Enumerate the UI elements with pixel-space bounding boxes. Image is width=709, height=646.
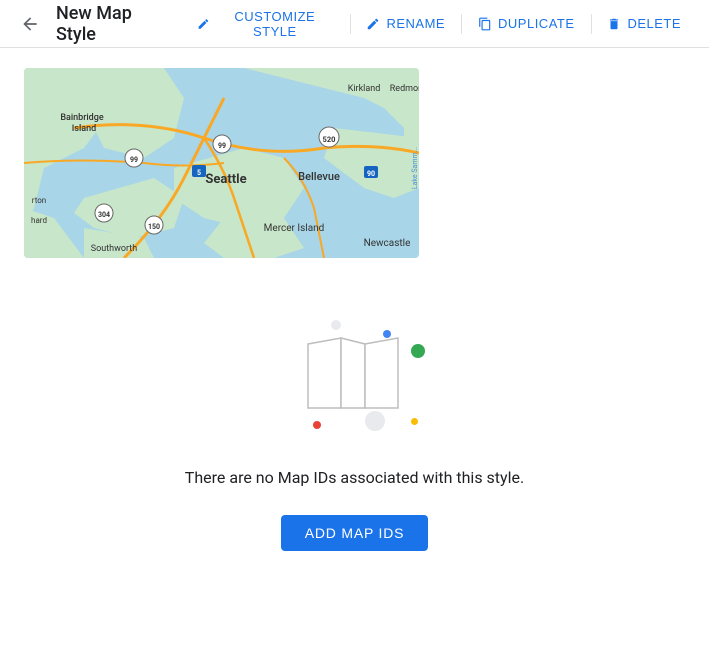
rename-label: RENAME xyxy=(386,16,445,31)
rename-button[interactable]: RENAME xyxy=(354,10,457,37)
svg-text:5: 5 xyxy=(197,169,201,177)
separator-2 xyxy=(461,14,462,34)
svg-text:Mercer Island: Mercer Island xyxy=(264,223,325,234)
svg-text:Seattle: Seattle xyxy=(205,172,246,187)
svg-text:Bainbridge: Bainbridge xyxy=(60,113,104,123)
svg-text:520: 520 xyxy=(323,135,336,144)
duplicate-icon xyxy=(478,17,492,31)
svg-text:99: 99 xyxy=(130,156,138,164)
svg-text:Kirkland: Kirkland xyxy=(348,84,381,94)
svg-text:90: 90 xyxy=(367,170,375,178)
empty-message: There are no Map IDs associated with thi… xyxy=(185,468,524,487)
delete-label: DELETE xyxy=(627,16,681,31)
page-title: New Map Style xyxy=(56,3,173,45)
svg-text:Bellevue: Bellevue xyxy=(298,170,340,183)
dot-gray-small xyxy=(331,320,341,330)
pencil-icon xyxy=(197,17,210,31)
dot-red xyxy=(313,421,321,429)
dot-yellow xyxy=(411,418,418,425)
dot-green xyxy=(411,344,425,358)
svg-text:99: 99 xyxy=(218,142,226,150)
svg-text:Newcastle: Newcastle xyxy=(364,238,411,249)
svg-text:150: 150 xyxy=(148,223,160,231)
customize-label: CUSTOMIZE STYLE xyxy=(216,9,333,39)
svg-text:304: 304 xyxy=(98,211,110,219)
add-map-ids-button[interactable]: ADD MAP IDS xyxy=(281,515,429,551)
svg-text:Island: Island xyxy=(72,124,96,134)
delete-icon xyxy=(607,17,621,31)
main-content: 99 5 99 520 90 304 150 Bainbridge Island… xyxy=(0,48,709,591)
duplicate-button[interactable]: DUPLICATE xyxy=(466,10,587,37)
svg-text:Redmond: Redmond xyxy=(390,84,419,94)
rename-icon xyxy=(366,17,380,31)
folded-map-icon xyxy=(303,336,403,416)
separator-3 xyxy=(591,14,592,34)
svg-text:Southworth: Southworth xyxy=(91,244,137,254)
svg-text:hard: hard xyxy=(31,216,47,225)
separator-1 xyxy=(350,14,351,34)
map-thumbnail: 99 5 99 520 90 304 150 Bainbridge Island… xyxy=(24,68,419,258)
map-illustration xyxy=(275,308,435,448)
back-button[interactable] xyxy=(16,10,44,38)
svg-text:Lake Samm...: Lake Samm... xyxy=(411,147,419,189)
svg-text:rton: rton xyxy=(32,196,46,205)
delete-button[interactable]: DELETE xyxy=(595,10,693,37)
header-actions: CUSTOMIZE STYLE RENAME DUPLICATE DELETE xyxy=(185,3,693,45)
empty-state: There are no Map IDs associated with thi… xyxy=(24,288,685,571)
header: New Map Style CUSTOMIZE STYLE RENAME DUP… xyxy=(0,0,709,48)
duplicate-label: DUPLICATE xyxy=(498,16,575,31)
customize-button[interactable]: CUSTOMIZE STYLE xyxy=(185,3,345,45)
